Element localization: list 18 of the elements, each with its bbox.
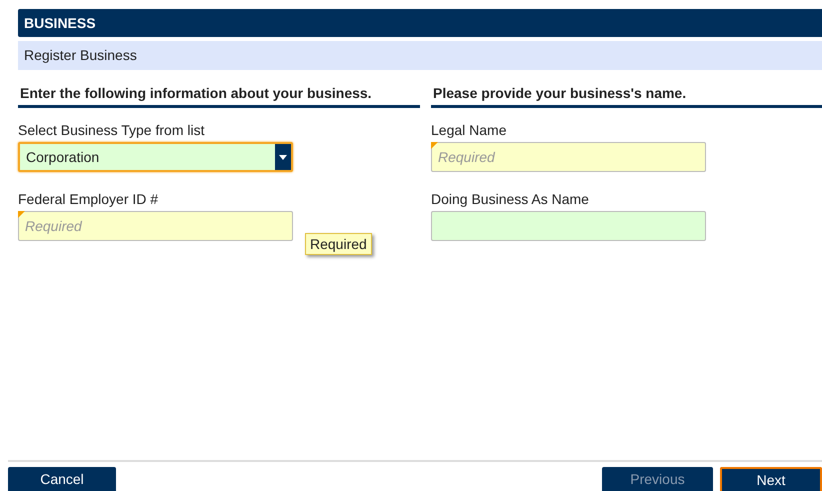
field-label: Doing Business As Name <box>431 190 590 209</box>
input-field[interactable] <box>431 211 706 241</box>
page-header: BUSINESS <box>18 9 822 37</box>
select-field[interactable]: Corporation <box>18 142 293 172</box>
section-heading: Please provide your business's name. <box>431 85 822 108</box>
input-field[interactable]: Required <box>18 211 293 241</box>
page-subheader: Register Business <box>18 41 822 70</box>
footer-button[interactable]: Next <box>720 467 822 491</box>
field-label: Legal Name <box>431 121 508 140</box>
field-label: Select Business Type from list <box>18 121 206 140</box>
required-marker <box>431 142 438 149</box>
tooltip: Required <box>305 233 372 255</box>
required-marker <box>18 211 25 218</box>
field-label: Federal Employer ID # <box>18 190 160 209</box>
footer-button[interactable]: Cancel <box>8 467 116 491</box>
caret-icon <box>279 154 287 160</box>
section-heading: Enter the following information about your business. <box>18 85 420 108</box>
input-field[interactable]: Required <box>431 142 706 172</box>
